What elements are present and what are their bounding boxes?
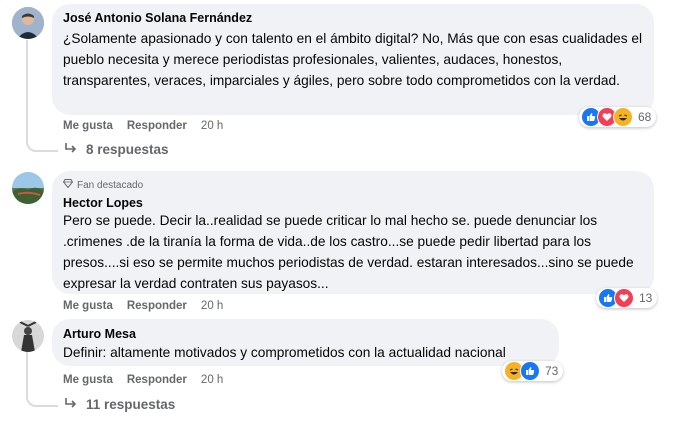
- avatar[interactable]: [12, 320, 44, 352]
- comment-timestamp[interactable]: 20 h: [201, 374, 223, 386]
- reaction-summary[interactable]: 13: [596, 288, 658, 308]
- replies-label: 11 respuestas: [86, 397, 176, 412]
- reaction-count: 68: [638, 110, 652, 124]
- comment-actions: Me gusta Responder 20 h: [63, 120, 223, 132]
- comment-text: Pero se puede. Decir la..realidad se pue…: [63, 213, 634, 291]
- like-icon: [520, 361, 540, 381]
- comment-author[interactable]: Hector Lopes: [63, 196, 143, 210]
- top-fan-badge: Fan destacado: [62, 179, 144, 191]
- reply-arrow-icon: [64, 142, 78, 157]
- comment-actions: Me gusta Responder 20 h: [63, 300, 223, 312]
- comment-timestamp[interactable]: 20 h: [201, 300, 223, 312]
- like-button[interactable]: Me gusta: [63, 374, 113, 386]
- comment-text: Definir: altamente motivados y compromet…: [63, 345, 506, 360]
- like-button[interactable]: Me gusta: [63, 300, 113, 312]
- reaction-count: 73: [545, 364, 559, 378]
- thread-line: [26, 345, 28, 395]
- view-replies-button[interactable]: 11 respuestas: [64, 397, 175, 412]
- avatar[interactable]: [12, 172, 44, 204]
- reply-arrow-icon: [64, 397, 78, 412]
- avatar[interactable]: [12, 7, 44, 39]
- reply-button[interactable]: Responder: [127, 374, 187, 386]
- view-replies-button[interactable]: 8 respuestas: [64, 142, 169, 157]
- replies-label: 8 respuestas: [86, 142, 169, 157]
- replies-connector: [26, 138, 58, 152]
- reaction-summary[interactable]: 73: [502, 361, 564, 381]
- comment-actions: Me gusta Responder 20 h: [63, 374, 223, 386]
- diamond-icon: [62, 179, 74, 191]
- comment-bubble: Arturo Mesa Definir: altamente motivados…: [52, 319, 559, 366]
- replies-connector: [26, 393, 58, 407]
- comment-author[interactable]: José Antonio Solana Fernández: [63, 11, 252, 25]
- reply-button[interactable]: Responder: [127, 120, 187, 132]
- comment-bubble: Fan destacado Hector Lopes Pero se puede…: [52, 171, 654, 294]
- comment-author[interactable]: Arturo Mesa: [63, 327, 136, 341]
- badge-label: Fan destacado: [77, 179, 144, 191]
- reply-button[interactable]: Responder: [127, 300, 187, 312]
- comment-bubble: José Antonio Solana Fernández ¿Solamente…: [52, 4, 654, 115]
- haha-icon: [613, 107, 633, 127]
- thread-line: [26, 40, 28, 140]
- reaction-count: 13: [639, 291, 653, 305]
- love-icon: [614, 288, 634, 308]
- comment-timestamp[interactable]: 20 h: [201, 120, 223, 132]
- like-button[interactable]: Me gusta: [63, 120, 113, 132]
- comment-text: ¿Solamente apasionado y con talento en e…: [63, 31, 643, 88]
- reaction-summary[interactable]: 68: [579, 107, 657, 127]
